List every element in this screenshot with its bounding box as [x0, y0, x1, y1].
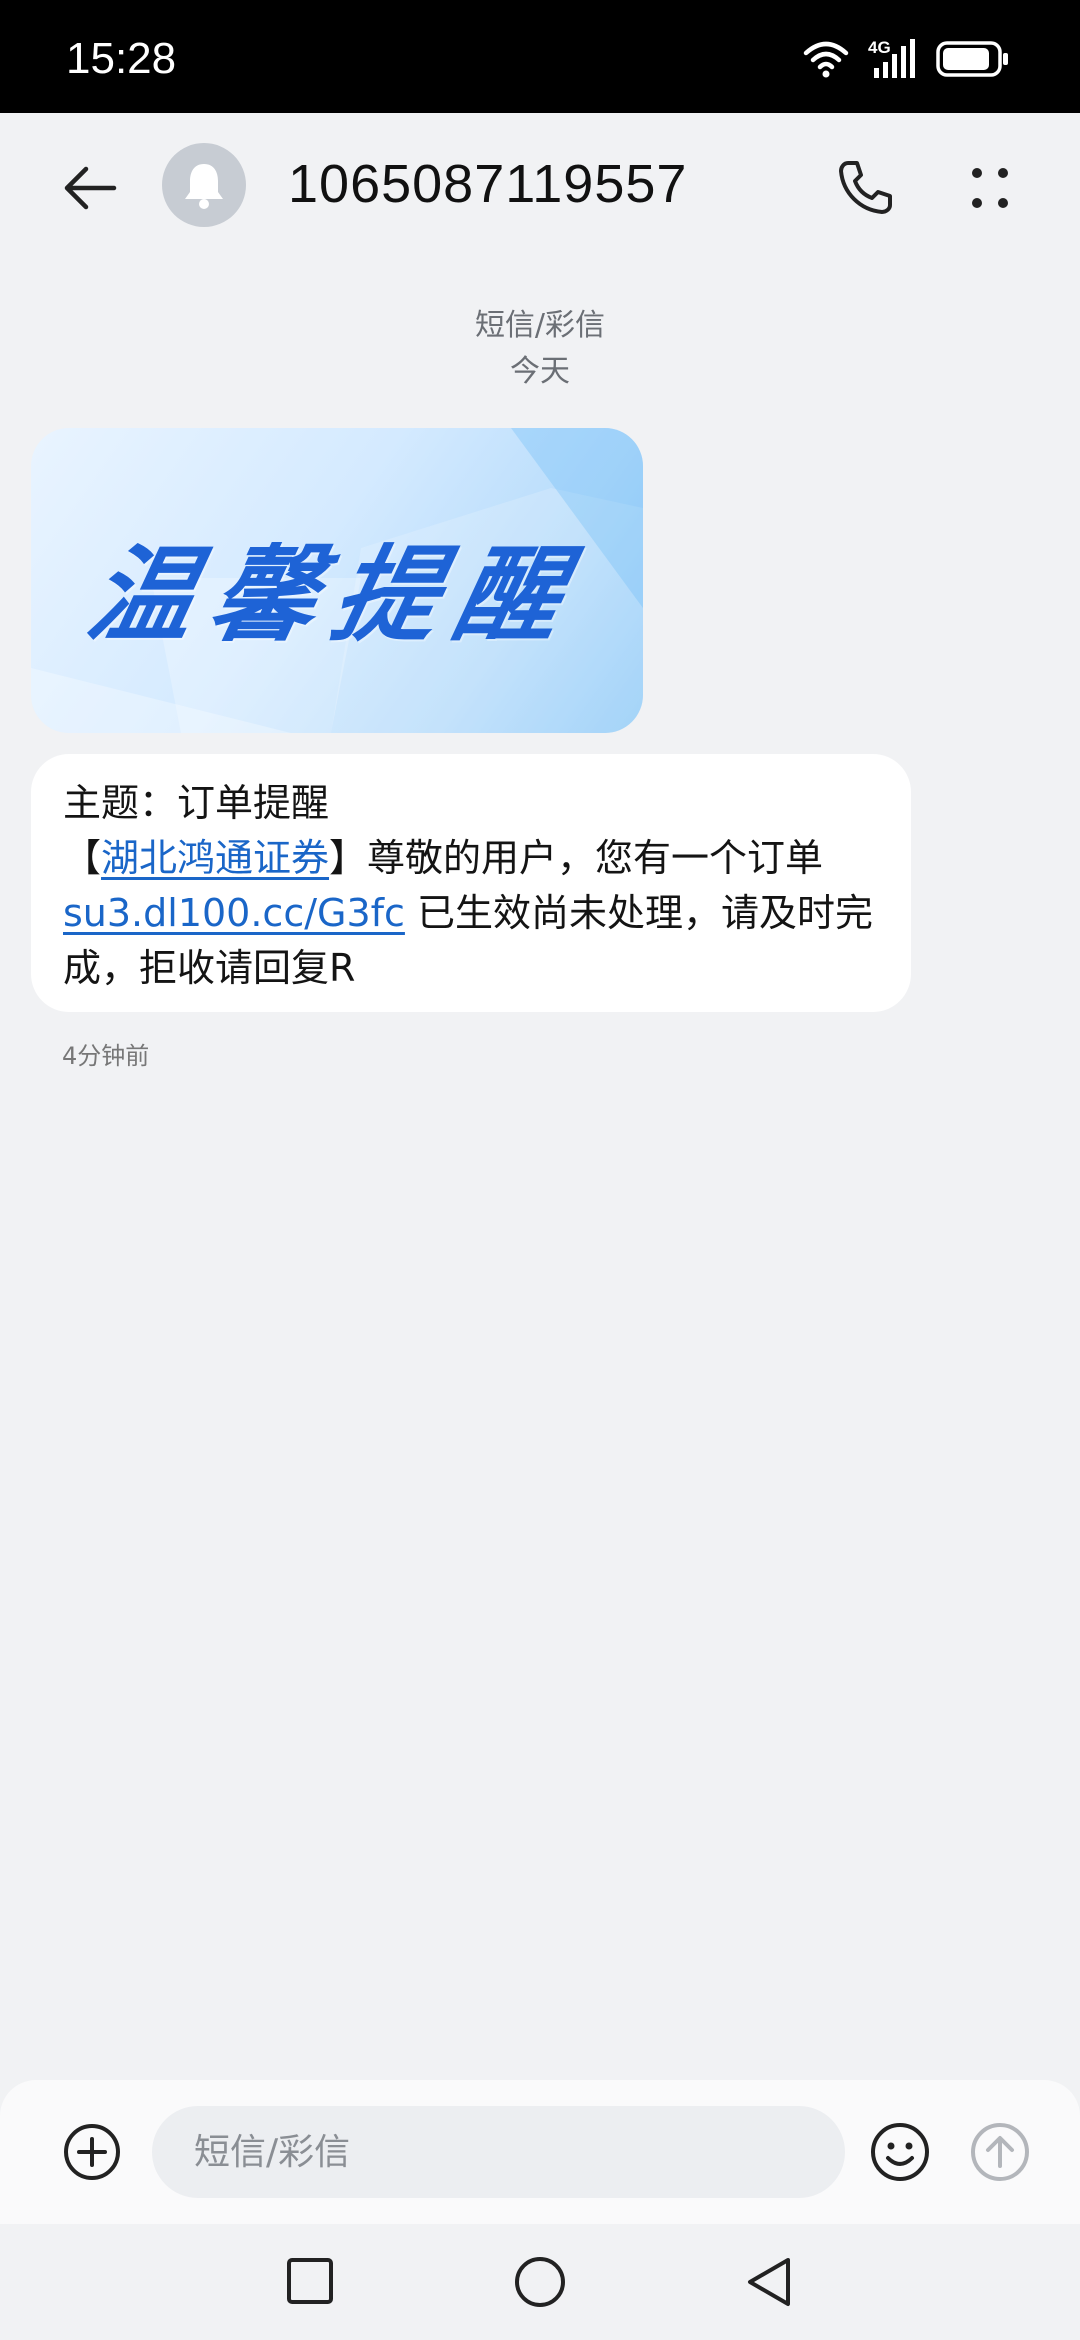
square-icon	[287, 2258, 333, 2304]
status-time: 15:28	[66, 34, 177, 83]
app-bar: 1065087119557	[0, 113, 1080, 259]
message-timestamp: 4分钟前	[62, 1042, 150, 1070]
message-body-cont: 已生效尚未处理，请及时完	[404, 891, 874, 935]
system-nav-bar	[0, 2224, 1080, 2340]
screen: 15:28 4G 1065087119557 短信/彩信 今天 温馨提醒 主题：…	[0, 0, 1080, 2340]
4g-signal-icon: 4G	[868, 38, 918, 80]
message-subject: 主题：订单提醒	[63, 781, 330, 825]
nav-back-button[interactable]	[742, 2254, 798, 2310]
back-button[interactable]	[56, 153, 126, 223]
call-button[interactable]	[830, 153, 900, 223]
status-bar: 15:28 4G	[0, 0, 1080, 113]
send-button[interactable]	[968, 2120, 1032, 2184]
add-circle-icon	[64, 2124, 120, 2180]
bell-icon	[185, 164, 223, 209]
contact-number: 1065087119557	[288, 154, 688, 214]
recent-apps-button[interactable]	[285, 2256, 335, 2306]
message-input[interactable]	[152, 2106, 845, 2198]
more-button[interactable]	[955, 153, 1025, 223]
message-line-3: su3.dl100.cc/G3fc 已生效尚未处理，请及时完	[63, 886, 879, 941]
back-arrow-icon	[64, 166, 117, 210]
banner-image[interactable]: 温馨提醒	[31, 428, 643, 733]
circle-icon	[515, 2257, 565, 2307]
status-icons: 4G	[802, 34, 1010, 84]
wifi-icon	[803, 41, 849, 78]
battery-icon	[936, 41, 1008, 77]
url-link[interactable]: su3.dl100.cc/G3fc	[63, 891, 405, 935]
message-line-2: 【湖北鸿通证券】尊敬的用户，您有一个订单	[63, 831, 879, 886]
bracket-open: 【	[63, 836, 102, 880]
send-icon	[971, 2123, 1029, 2181]
triangle-back-icon	[748, 2258, 790, 2306]
composer-bar	[0, 2080, 1080, 2224]
add-attachment-button[interactable]	[62, 2122, 122, 2182]
date-separator: 今天	[510, 354, 570, 389]
message-line-4: 成，拒收请回复R	[63, 946, 356, 990]
banner-title: 温馨提醒	[78, 534, 592, 656]
avatar[interactable]	[162, 143, 246, 227]
conversation-type-label: 短信/彩信	[474, 308, 606, 343]
phone-icon	[839, 161, 892, 214]
emoji-icon	[871, 2123, 929, 2181]
sender-name-link[interactable]: 湖北鸿通证券	[101, 836, 329, 880]
emoji-button[interactable]	[868, 2120, 932, 2184]
home-button[interactable]	[512, 2254, 568, 2310]
message-bubble[interactable]: 主题：订单提醒 【湖北鸿通证券】尊敬的用户，您有一个订单 su3.dl100.c…	[31, 754, 911, 1012]
message-greeting: 】尊敬的用户，您有一个订单	[329, 836, 824, 880]
more-vertical-icon	[972, 168, 1008, 208]
